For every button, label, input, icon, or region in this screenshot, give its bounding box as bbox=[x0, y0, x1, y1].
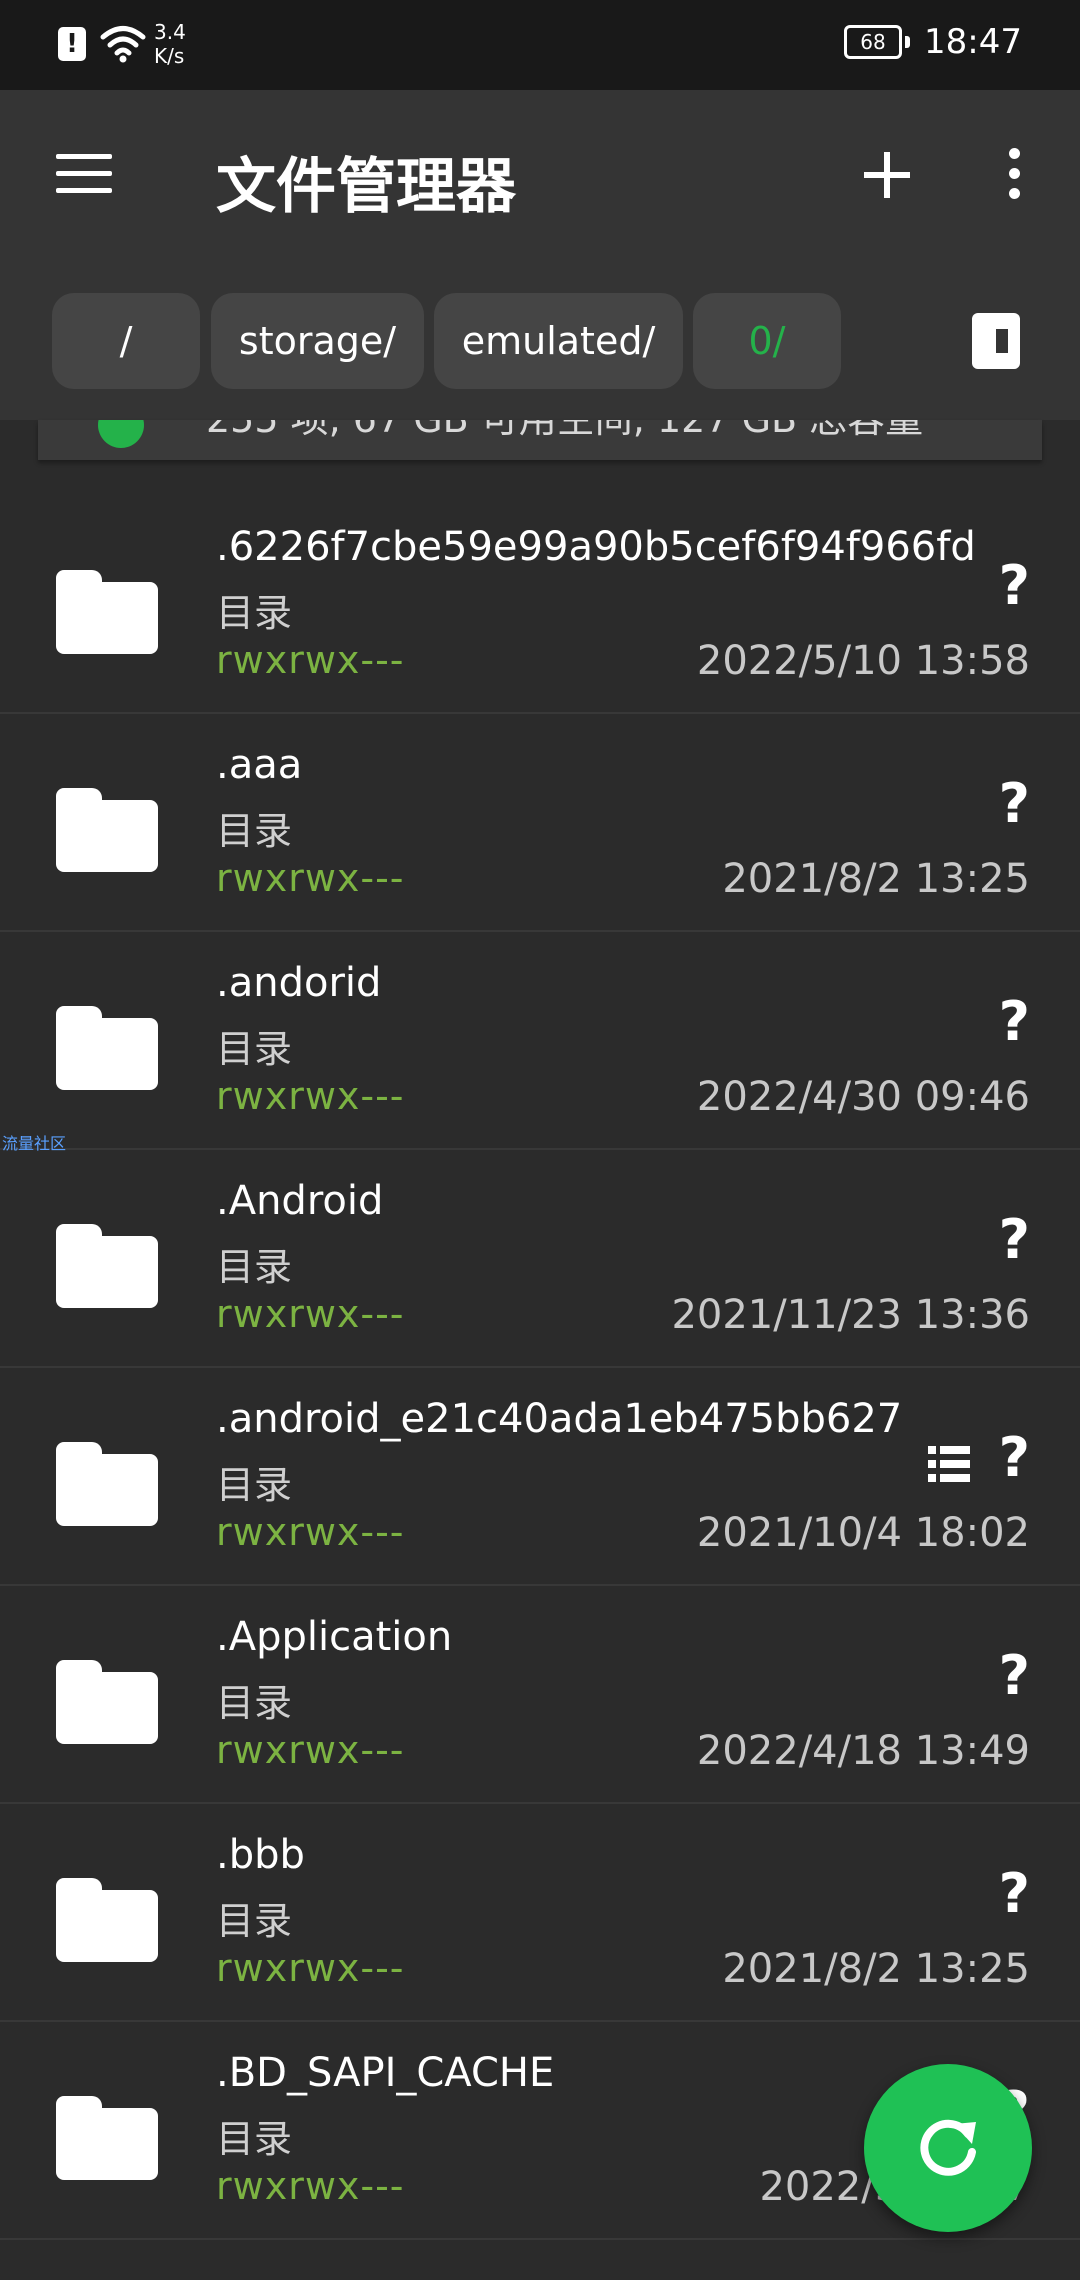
file-date: 2021/8/2 13:25 bbox=[722, 856, 1030, 902]
question-icon: ? bbox=[998, 554, 1030, 617]
storage-info: 255 项, 67 GB 可用空间, 127 GB 总容量 bbox=[206, 420, 923, 443]
file-permissions: rwxrwx--- bbox=[216, 1728, 405, 1772]
file-name: .Android bbox=[216, 1178, 384, 1224]
folder-icon bbox=[56, 1442, 158, 1526]
list-item[interactable]: .6226f7cbe59e99a90b5cef6f94f966fd 目录 rwx… bbox=[0, 496, 1080, 714]
status-bar: ! 3.4 K/s 68 18:47 bbox=[0, 0, 1080, 90]
file-type: 目录 bbox=[216, 1463, 293, 1507]
file-permissions: rwxrwx--- bbox=[216, 638, 405, 682]
breadcrumb-current[interactable]: 0/ bbox=[693, 293, 841, 389]
breadcrumb-emulated[interactable]: emulated/ bbox=[434, 293, 683, 389]
add-icon[interactable] bbox=[862, 150, 912, 200]
file-name: .andorid bbox=[216, 960, 382, 1006]
question-icon: ? bbox=[998, 1862, 1030, 1925]
list-item[interactable]: .Android 目录 rwxrwx--- ? 2021/11/23 13:36 bbox=[0, 1150, 1080, 1368]
file-type: 目录 bbox=[216, 1899, 293, 1943]
refresh-button[interactable] bbox=[864, 2064, 1032, 2232]
file-permissions: rwxrwx--- bbox=[216, 1510, 405, 1554]
folder-icon bbox=[56, 1006, 158, 1090]
status-right: 68 18:47 bbox=[844, 22, 1022, 62]
alert-icon: ! bbox=[58, 27, 86, 61]
file-date: 2022/5/10 13:58 bbox=[696, 638, 1030, 684]
breadcrumb-root[interactable]: / bbox=[52, 293, 200, 389]
file-date: 2022/4/18 13:49 bbox=[696, 1728, 1030, 1774]
watermark-text: 流量社区 bbox=[2, 1134, 67, 1153]
list-icon bbox=[928, 1446, 970, 1482]
file-name: .6226f7cbe59e99a90b5cef6f94f966fd bbox=[216, 524, 976, 570]
question-icon: ? bbox=[998, 1644, 1030, 1707]
menu-icon[interactable] bbox=[56, 154, 112, 194]
question-icon: ? bbox=[998, 990, 1030, 1053]
list-item[interactable]: .Application 目录 rwxrwx--- ? 2022/4/18 13… bbox=[0, 1586, 1080, 1804]
question-icon: ? bbox=[998, 1208, 1030, 1271]
file-name: .Application bbox=[216, 1614, 453, 1660]
file-type: 目录 bbox=[216, 2117, 293, 2161]
battery-level: 68 bbox=[860, 30, 886, 54]
folder-icon bbox=[56, 1660, 158, 1744]
clock: 18:47 bbox=[924, 22, 1022, 62]
file-permissions: rwxrwx--- bbox=[216, 1074, 405, 1118]
status-left: ! 3.4 K/s bbox=[58, 20, 186, 68]
storage-info-card: 255 项, 67 GB 可用空间, 127 GB 总容量 bbox=[38, 420, 1042, 460]
battery-icon: 68 bbox=[844, 25, 903, 59]
more-vert-icon[interactable] bbox=[1004, 148, 1024, 204]
file-type: 目录 bbox=[216, 809, 293, 853]
file-permissions: rwxrwx--- bbox=[216, 856, 405, 900]
file-type: 目录 bbox=[216, 591, 293, 635]
file-type: 目录 bbox=[216, 1681, 293, 1725]
page-title: 文件管理器 bbox=[216, 152, 516, 222]
question-icon: ? bbox=[998, 1426, 1030, 1489]
storage-indicator-icon bbox=[98, 420, 144, 448]
file-permissions: rwxrwx--- bbox=[216, 2164, 405, 2208]
folder-icon bbox=[56, 570, 158, 654]
file-type: 目录 bbox=[216, 1245, 293, 1289]
file-name: .android_e21c40ada1eb475bb627 bbox=[216, 1396, 903, 1442]
app-bar: 文件管理器 bbox=[0, 90, 1080, 270]
file-date: 2022/4/30 09:46 bbox=[696, 1074, 1030, 1120]
folder-icon bbox=[56, 1224, 158, 1308]
list-item[interactable]: .android_e21c40ada1eb475bb627 目录 rwxrwx-… bbox=[0, 1368, 1080, 1586]
battery-tip bbox=[905, 36, 911, 48]
breadcrumb-storage[interactable]: storage/ bbox=[211, 293, 424, 389]
file-date: 2021/11/23 13:36 bbox=[671, 1292, 1030, 1338]
question-icon: ? bbox=[998, 772, 1030, 835]
refresh-icon bbox=[920, 2119, 976, 2176]
list-item[interactable]: .aaa 目录 rwxrwx--- ? 2021/8/2 13:25 bbox=[0, 714, 1080, 932]
file-name: .bbb bbox=[216, 1832, 305, 1878]
file-type: 目录 bbox=[216, 1027, 293, 1071]
wifi-icon bbox=[100, 26, 146, 63]
panel-icon[interactable] bbox=[972, 313, 1020, 369]
network-speed-value: 3.4 bbox=[154, 20, 186, 44]
folder-icon bbox=[56, 788, 158, 872]
network-speed: 3.4 K/s bbox=[154, 20, 186, 68]
network-speed-unit: K/s bbox=[154, 44, 185, 68]
file-permissions: rwxrwx--- bbox=[216, 1292, 405, 1336]
breadcrumb: / storage/ emulated/ 0/ bbox=[0, 270, 1080, 420]
file-list: .6226f7cbe59e99a90b5cef6f94f966fd 目录 rwx… bbox=[0, 496, 1080, 2240]
list-item[interactable]: .bbb 目录 rwxrwx--- ? 2021/8/2 13:25 bbox=[0, 1804, 1080, 2022]
folder-icon bbox=[56, 2096, 158, 2180]
folder-icon bbox=[56, 1878, 158, 1962]
file-name: .aaa bbox=[216, 742, 303, 788]
file-name: .BD_SAPI_CACHE bbox=[216, 2050, 555, 2096]
file-date: 2021/10/4 18:02 bbox=[696, 1510, 1030, 1556]
file-permissions: rwxrwx--- bbox=[216, 1946, 405, 1990]
file-date: 2021/8/2 13:25 bbox=[722, 1946, 1030, 1992]
list-item[interactable]: .andorid 目录 rwxrwx--- ? 2022/4/30 09:46 bbox=[0, 932, 1080, 1150]
